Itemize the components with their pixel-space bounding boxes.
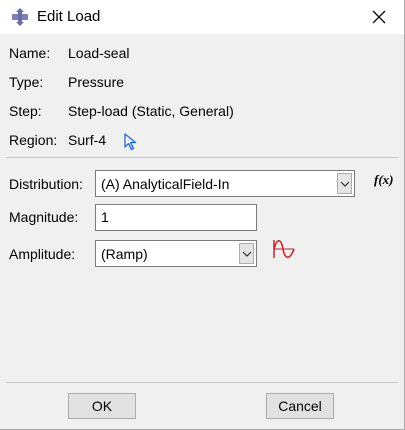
magnitude-input[interactable] bbox=[101, 209, 251, 225]
close-icon[interactable] bbox=[370, 8, 388, 26]
amplitude-select[interactable]: (Ramp) bbox=[95, 240, 257, 267]
type-label: Type: bbox=[9, 74, 44, 90]
step-label: Step: bbox=[9, 103, 42, 119]
distribution-value: (A) AnalyticalField-In bbox=[101, 176, 230, 192]
load-app-icon bbox=[12, 8, 28, 26]
step-value: Step-load (Static, General) bbox=[68, 103, 234, 119]
name-value: Load-seal bbox=[68, 45, 130, 61]
function-fx-icon[interactable]: f(x) bbox=[374, 172, 394, 188]
magnitude-field[interactable] bbox=[95, 204, 257, 231]
title-bar: Edit Load bbox=[0, 0, 404, 34]
chevron-down-icon[interactable] bbox=[239, 243, 254, 264]
region-value: Surf-4 bbox=[68, 132, 107, 148]
select-region-cursor-icon[interactable] bbox=[123, 133, 139, 151]
amplitude-wave-icon[interactable] bbox=[272, 238, 296, 260]
amplitude-label: Amplitude: bbox=[9, 246, 76, 262]
ok-button[interactable]: OK bbox=[68, 393, 136, 419]
region-label: Region: bbox=[9, 132, 58, 148]
type-value: Pressure bbox=[68, 74, 125, 90]
cancel-button[interactable]: Cancel bbox=[266, 393, 334, 419]
name-label: Name: bbox=[9, 45, 51, 61]
window-title: Edit Load bbox=[37, 8, 101, 25]
chevron-down-icon[interactable] bbox=[337, 173, 352, 194]
distribution-select[interactable]: (A) AnalyticalField-In bbox=[95, 170, 355, 197]
amplitude-value: (Ramp) bbox=[101, 246, 148, 262]
separator-bottom bbox=[6, 382, 398, 383]
magnitude-label: Magnitude: bbox=[9, 209, 79, 225]
distribution-label: Distribution: bbox=[9, 176, 83, 192]
edit-load-dialog: Edit Load Name: Load-seal Type: Pressure… bbox=[0, 0, 405, 430]
separator-top bbox=[6, 157, 398, 158]
